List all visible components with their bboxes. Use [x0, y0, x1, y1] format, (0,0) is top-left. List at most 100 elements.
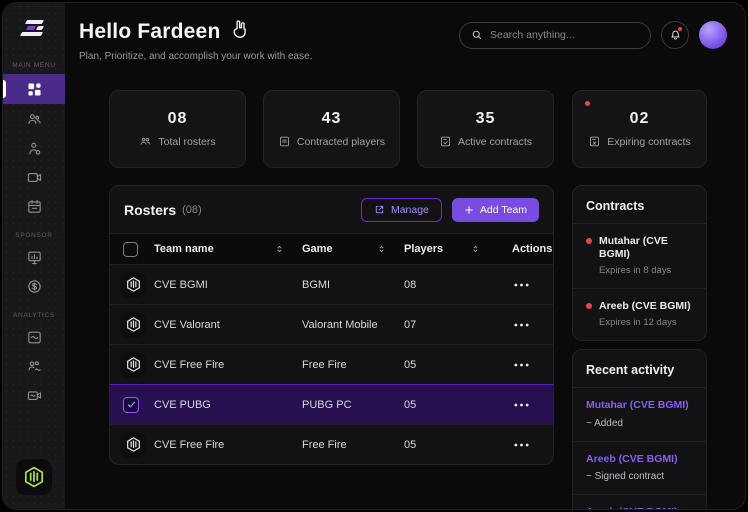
team-logo-icon	[120, 431, 146, 458]
sidebar: MAIN MENU SPONSOR ANALYTICS	[3, 3, 65, 509]
search-bar[interactable]	[459, 21, 651, 49]
table-row[interactable]: CVE Free Fire Free Fire 05	[110, 344, 553, 384]
alert-dot	[585, 101, 590, 106]
contract-name: Areeb (CVE BGMI)	[599, 300, 691, 313]
app-window: MAIN MENU SPONSOR ANALYTICS Hello Fardee…	[2, 2, 746, 510]
cell-game: PUBG PC	[302, 398, 352, 411]
sidebar-section-analytics: ANALYTICS	[13, 312, 55, 319]
add-team-button[interactable]: Add Team	[451, 197, 539, 222]
sponsor-chart-icon	[27, 251, 41, 265]
contract-item[interactable]: Mutahar (CVE BGMI) Expires in 8 days	[573, 224, 706, 288]
column-team-name: Team name	[154, 243, 214, 255]
sort-icon[interactable]	[275, 243, 284, 255]
avatar[interactable]	[699, 21, 727, 49]
notification-dot	[678, 27, 682, 31]
sidebar-item-video-analytics[interactable]	[3, 382, 65, 409]
contract-item[interactable]: Areeb (CVE BGMI) Expires in 12 days	[573, 288, 706, 340]
contract-name: Mutahar (CVE BGMI)	[599, 235, 668, 261]
stat-label: Contracted players	[296, 135, 386, 148]
recent-activity-title: Recent activity	[573, 350, 706, 389]
cell-team: CVE PUBG	[154, 398, 211, 411]
calendar-icon	[27, 199, 41, 213]
esports-logo-icon	[16, 15, 52, 45]
notification-bell-button[interactable]	[661, 21, 689, 49]
rosters-count: (08)	[182, 203, 202, 216]
stat-card-expiring-contracts: 02 Expiring contracts	[572, 90, 707, 168]
sidebar-item-team-analytics[interactable]	[3, 353, 65, 380]
rosters-title: Rosters	[124, 201, 177, 218]
stat-value: 02	[629, 110, 650, 127]
stat-label: Expiring contracts	[607, 135, 691, 148]
row-actions-button[interactable]	[498, 443, 553, 447]
cell-game: Free Fire	[302, 438, 347, 451]
row-actions-button[interactable]	[498, 403, 553, 407]
contract-expire-icon	[590, 136, 600, 147]
team-analytics-icon	[28, 361, 41, 371]
plus-icon	[465, 205, 473, 214]
activity-item[interactable]: Areeb (CVE BGMI) ~ Signed contract	[573, 493, 706, 509]
activity-action: ~ Added	[586, 417, 623, 429]
sidebar-item-media[interactable]	[3, 164, 65, 191]
cell-players: 05	[404, 398, 417, 411]
sidebar-item-dashboard[interactable]	[3, 74, 65, 104]
table-row-selected[interactable]: CVE PUBG PUBG PC 05	[110, 384, 553, 424]
main-area: Hello Fardeen Plan, Prioritize, and acco…	[65, 3, 745, 509]
team-logo-icon	[120, 311, 146, 338]
stat-label: Active contracts	[457, 135, 533, 148]
activity-item[interactable]: Areeb (CVE BGMI) ~ Signed contract	[573, 440, 706, 494]
stat-card-active-contracts: 35 Active contracts	[417, 90, 554, 168]
sidebar-item-teams[interactable]	[3, 106, 65, 133]
cell-game: Free Fire	[302, 358, 347, 371]
table-header: Team name Game Players Actions	[110, 233, 553, 264]
row-actions-button[interactable]	[498, 283, 553, 287]
media-icon	[27, 173, 41, 182]
activity-item[interactable]: Mutahar (CVE BGMI) ~ Added	[573, 388, 706, 440]
cell-players: 07	[404, 318, 417, 331]
activity-name: Areeb (CVE BGMI)	[586, 506, 693, 509]
external-link-icon	[375, 205, 384, 214]
finance-dollar-icon	[27, 280, 41, 293]
topbar: Hello Fardeen Plan, Prioritize, and acco…	[65, 3, 745, 62]
expiry-dot	[586, 238, 592, 244]
manage-button[interactable]: Manage	[360, 197, 442, 222]
page-subtitle: Plan, Prioritize, and accomplish your wo…	[79, 51, 313, 62]
rosters-panel: Rosters (08) Manage Add Team Team name G…	[109, 185, 554, 465]
contract-doc-icon	[279, 136, 289, 147]
sidebar-section-sponsor: SPONSOR	[15, 232, 53, 239]
page-title: Hello Fardeen	[79, 19, 221, 43]
cell-team: CVE Free Fire	[154, 438, 225, 451]
search-icon	[472, 30, 481, 39]
cell-players: 08	[404, 278, 417, 291]
contracts-title: Contracts	[573, 186, 706, 224]
column-actions: Actions	[512, 243, 553, 255]
stat-value: 35	[475, 110, 496, 127]
cell-players: 05	[404, 438, 417, 451]
sidebar-item-schedule[interactable]	[3, 193, 65, 220]
select-all-checkbox[interactable]	[123, 241, 138, 257]
sidebar-item-performance[interactable]	[3, 324, 65, 351]
expiry-dot	[586, 303, 592, 310]
table-row[interactable]: CVE Valorant Valorant Mobile 07	[110, 304, 553, 344]
contract-expiry: Expires in 8 days	[599, 265, 672, 277]
search-input[interactable]	[490, 29, 639, 41]
sort-icon[interactable]	[377, 243, 386, 255]
cell-team: CVE Free Fire	[154, 358, 225, 371]
sidebar-item-finance[interactable]	[3, 273, 65, 300]
sort-icon[interactable]	[471, 243, 480, 255]
sidebar-item-sponsor-stats[interactable]	[3, 244, 65, 271]
row-checkbox-checked[interactable]	[123, 396, 139, 413]
contract-expiry: Expires in 12 days	[599, 317, 677, 329]
cell-game: BGMI	[302, 278, 331, 291]
sidebar-item-players[interactable]	[3, 135, 65, 162]
column-game: Game	[302, 243, 333, 255]
row-actions-button[interactable]	[498, 363, 553, 367]
stat-card-total-rosters: 08 Total rosters	[109, 90, 246, 168]
activity-name: Mutahar (CVE BGMI)	[586, 399, 689, 412]
row-actions-button[interactable]	[498, 323, 553, 327]
table-row[interactable]: CVE BGMI BGMI 08	[110, 264, 553, 304]
table-row[interactable]: CVE Free Fire Free Fire 05	[110, 424, 553, 464]
sidebar-section-main-menu: MAIN MENU	[12, 62, 56, 69]
column-players: Players	[404, 243, 444, 255]
cell-game: Valorant Mobile	[302, 318, 378, 331]
dashboard-grid-icon	[27, 82, 41, 96]
